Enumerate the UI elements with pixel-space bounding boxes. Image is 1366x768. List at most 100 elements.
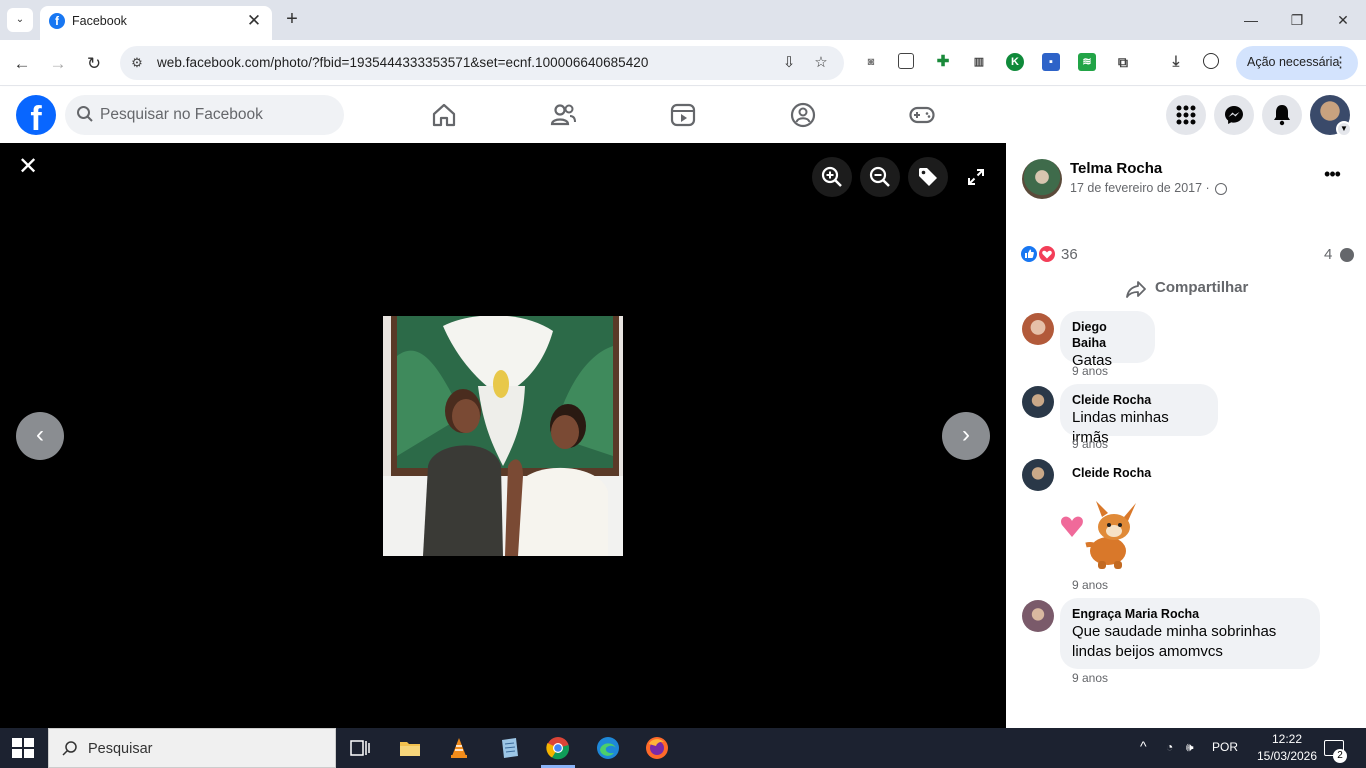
firefox-icon[interactable] bbox=[645, 736, 669, 760]
photo-image bbox=[383, 316, 623, 556]
commenter-name[interactable]: Engraça Maria Rocha bbox=[1072, 606, 1308, 622]
author-name[interactable]: Telma Rocha bbox=[1070, 160, 1162, 177]
facebook-header: f Pesquisar no Facebook ▼ bbox=[0, 87, 1366, 143]
restore-icon[interactable]: ❐ bbox=[1282, 8, 1312, 32]
fullscreen-icon bbox=[968, 169, 984, 185]
more-options-icon[interactable]: ••• bbox=[1320, 165, 1344, 189]
menu-grid-button[interactable] bbox=[1166, 95, 1206, 135]
tray-chevron-up-icon[interactable]: ^ bbox=[1140, 738, 1147, 754]
zoom-out-button[interactable] bbox=[860, 157, 900, 197]
tag-button[interactable] bbox=[908, 157, 948, 197]
commenter-avatar[interactable] bbox=[1022, 313, 1054, 345]
vlc-icon[interactable] bbox=[447, 736, 471, 760]
comment-time[interactable]: 9 anos bbox=[1072, 671, 1108, 685]
commenter-name[interactable]: Cleide Rocha bbox=[1072, 466, 1151, 480]
comment-time[interactable]: 9 anos bbox=[1072, 437, 1108, 451]
taskbar-search-placeholder: Pesquisar bbox=[88, 741, 153, 757]
bank-icon[interactable]: ▥ bbox=[970, 53, 988, 71]
plus-extension-icon[interactable]: ✚ bbox=[934, 53, 952, 71]
messenger-button[interactable] bbox=[1214, 95, 1254, 135]
windows-start-icon[interactable] bbox=[12, 738, 34, 758]
k-extension-icon[interactable]: K bbox=[1006, 53, 1024, 71]
share-label: Compartilhar bbox=[1155, 279, 1249, 296]
author-avatar[interactable] bbox=[1022, 159, 1062, 199]
volume-icon[interactable]: 🕪 bbox=[1186, 740, 1194, 755]
back-icon[interactable]: ← bbox=[10, 52, 34, 76]
reactions-count[interactable]: 36 bbox=[1061, 246, 1078, 263]
save-disk-icon[interactable]: ▪ bbox=[1042, 53, 1060, 71]
comment-text-line-2: lindas beijos amomvcs bbox=[1072, 643, 1223, 660]
tab-close-icon[interactable]: ✕ bbox=[244, 11, 264, 31]
bookmark-star-icon[interactable]: ☆ bbox=[812, 54, 830, 72]
facebook-logo-icon[interactable]: f bbox=[16, 95, 56, 135]
action-needed-button[interactable]: Ação necessária ⋮ bbox=[1236, 46, 1358, 80]
messenger-icon bbox=[1225, 106, 1243, 124]
green-extension-icon[interactable]: ≋ bbox=[1078, 53, 1096, 71]
download-icon[interactable]: ⤓ bbox=[1167, 53, 1185, 71]
post-date[interactable]: 17 de fevereiro de 2017 · bbox=[1070, 181, 1210, 195]
puzzle-icon[interactable]: ⧉ bbox=[1114, 53, 1132, 71]
comment-time[interactable]: 9 anos bbox=[1072, 364, 1108, 378]
video-icon[interactable] bbox=[669, 101, 697, 129]
profile-icon[interactable] bbox=[1203, 53, 1219, 69]
groups-icon[interactable] bbox=[789, 101, 817, 129]
globe-icon bbox=[1215, 183, 1227, 195]
browser-menu-icon[interactable]: ⋮ bbox=[1333, 53, 1348, 71]
search-icon bbox=[77, 106, 93, 122]
commenter-name[interactable]: Cleide Rocha bbox=[1072, 392, 1206, 408]
site-info-icon[interactable]: ⚙ bbox=[128, 54, 146, 72]
install-app-icon[interactable]: ⇩ bbox=[780, 54, 798, 72]
camera-icon[interactable]: ◙ bbox=[862, 53, 880, 71]
menu-grid-icon bbox=[1176, 105, 1196, 125]
comment-bubble: Cleide Rocha Lindas minhas irmãs bbox=[1060, 384, 1218, 446]
commenter-avatar[interactable] bbox=[1022, 386, 1054, 418]
share-button[interactable]: Compartilhar bbox=[1126, 277, 1256, 301]
search-icon bbox=[62, 741, 77, 756]
clock[interactable]: 12:22 15/03/2026 bbox=[1256, 731, 1318, 765]
commenter-avatar[interactable] bbox=[1022, 459, 1054, 491]
share-icon bbox=[1126, 281, 1146, 298]
home-icon[interactable] bbox=[430, 101, 458, 129]
like-reaction-icon[interactable] bbox=[1020, 245, 1038, 263]
forward-icon[interactable]: → bbox=[46, 52, 70, 76]
commenter-avatar[interactable] bbox=[1022, 600, 1054, 632]
wifi-icon[interactable]: ◔ bbox=[1166, 740, 1173, 754]
comments-count[interactable]: 4 bbox=[1324, 246, 1332, 263]
address-bar[interactable]: ⚙ web.facebook.com/photo/?fbid=193544433… bbox=[120, 46, 844, 80]
copy-icon[interactable] bbox=[898, 53, 914, 69]
zoom-in-button[interactable] bbox=[812, 157, 852, 197]
next-photo-button[interactable]: › bbox=[942, 412, 990, 460]
tab-search-button[interactable]: ⌄ bbox=[7, 8, 33, 32]
file-explorer-icon[interactable] bbox=[398, 736, 422, 760]
account-avatar[interactable]: ▼ bbox=[1310, 95, 1352, 137]
notifications-button[interactable] bbox=[1262, 95, 1302, 135]
gaming-icon[interactable] bbox=[908, 101, 936, 129]
taskbar: Pesquisar ^ ◔ 🕪 POR 12:22 15/03/2026 2 bbox=[0, 728, 1366, 768]
window-close-icon[interactable]: ✕ bbox=[1328, 8, 1358, 32]
taskbar-search-input[interactable]: Pesquisar bbox=[48, 728, 336, 768]
bell-icon bbox=[1274, 105, 1290, 126]
language-indicator[interactable]: POR bbox=[1212, 740, 1238, 754]
new-tab-button[interactable]: + bbox=[282, 9, 302, 29]
minimize-icon[interactable]: — bbox=[1236, 8, 1266, 32]
love-reaction-icon[interactable] bbox=[1038, 245, 1056, 263]
chrome-icon[interactable] bbox=[546, 736, 570, 760]
facebook-search-input[interactable]: Pesquisar no Facebook bbox=[65, 95, 344, 135]
comment-time[interactable]: 9 anos bbox=[1072, 578, 1108, 592]
commenter-name[interactable]: Diego Baiha bbox=[1072, 319, 1143, 351]
task-view-icon[interactable] bbox=[348, 736, 372, 760]
friends-icon[interactable] bbox=[549, 101, 577, 129]
chevron-down-icon: ▼ bbox=[1336, 121, 1352, 137]
previous-photo-button[interactable]: ‹ bbox=[16, 412, 64, 460]
edge-icon[interactable] bbox=[596, 736, 620, 760]
fullscreen-button[interactable] bbox=[956, 157, 996, 197]
tab-title: Facebook bbox=[72, 14, 127, 28]
tab-facebook[interactable]: f Facebook ✕ bbox=[40, 6, 272, 40]
close-viewer-icon[interactable]: ✕ bbox=[14, 153, 42, 181]
notepad-icon[interactable] bbox=[497, 736, 521, 760]
clock-time: 12:22 bbox=[1271, 732, 1303, 746]
clock-date: 15/03/2026 bbox=[1256, 749, 1318, 763]
url-text[interactable]: web.facebook.com/photo/?fbid=19354443333… bbox=[157, 55, 648, 70]
reload-icon[interactable]: ↻ bbox=[82, 52, 106, 76]
tab-strip: ⌄ f Facebook ✕ + — ❐ ✕ bbox=[0, 0, 1366, 40]
